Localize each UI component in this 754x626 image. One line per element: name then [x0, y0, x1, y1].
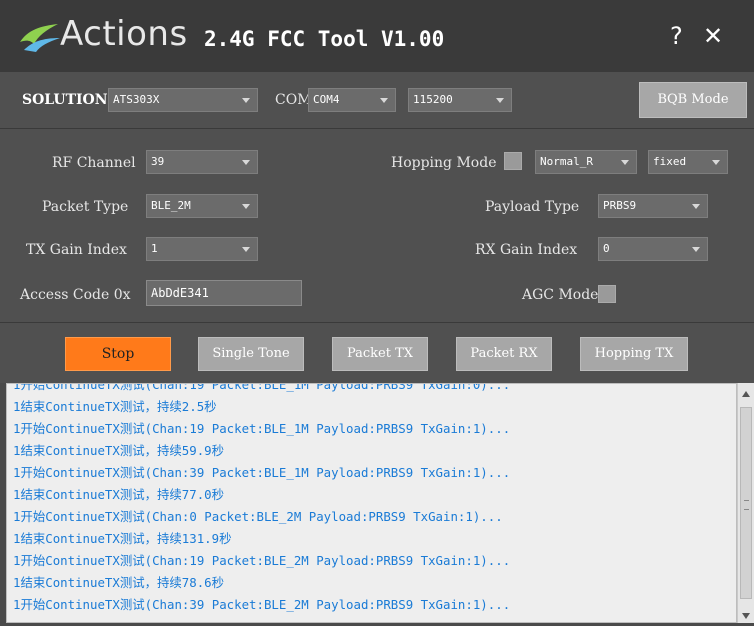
packet-type-select[interactable]: BLE_2M — [146, 194, 258, 218]
com-select[interactable]: COM4 — [308, 88, 396, 112]
rf-channel-select[interactable]: 39 — [146, 150, 258, 174]
chevron-down-icon — [242, 204, 250, 209]
log-line: 1开始ContinueTX测试(Chan:19 Packet:BLE_1M Pa… — [13, 383, 511, 392]
rf-channel-value: 39 — [151, 155, 165, 168]
rx-gain-label: RX Gain Index — [475, 242, 578, 258]
bqb-mode-button[interactable]: BQB Mode — [639, 82, 747, 118]
hopping-mode-value: Normal_R — [540, 155, 593, 168]
brand-name: Actions — [60, 14, 188, 54]
tx-gain-label: TX Gain Index — [26, 242, 127, 258]
chevron-down-icon — [621, 160, 629, 165]
log-scrollbar[interactable] — [737, 383, 754, 623]
log-line: 1开始ContinueTX测试(Chan:39 Packet:BLE_1M Pa… — [13, 465, 511, 480]
packet-tx-button[interactable]: Packet TX — [332, 337, 428, 371]
hopping-mode-checkbox[interactable] — [504, 152, 522, 170]
tx-gain-select[interactable]: 1 — [146, 237, 258, 261]
baud-select[interactable]: 115200 — [408, 88, 512, 112]
tx-gain-value: 1 — [151, 242, 158, 255]
log-lines: 1开始ContinueTX测试(Chan:19 Packet:BLE_1M Pa… — [13, 383, 511, 616]
scrollbar-thumb[interactable] — [740, 407, 752, 599]
payload-type-label: Payload Type — [485, 199, 580, 215]
access-code-label: Access Code 0x — [20, 287, 131, 303]
title-bar[interactable]: Actions 2.4G FCC Tool V1.00 ? ✕ — [0, 0, 754, 73]
solution-label: SOLUTION — [22, 92, 108, 108]
packet-rx-button[interactable]: Packet RX — [456, 337, 552, 371]
single-tone-button[interactable]: Single Tone — [198, 337, 304, 371]
log-line: 1开始ContinueTX测试(Chan:39 Packet:BLE_2M Pa… — [13, 597, 511, 612]
chevron-down-icon — [496, 98, 504, 103]
solution-row: SOLUTION ATS303X COM COM4 115200 BQB Mod… — [0, 72, 754, 129]
chevron-down-icon — [242, 98, 250, 103]
log-line: 1结束ContinueTX测试，持续59.9秒 — [13, 443, 225, 458]
payload-type-select[interactable]: PRBS9 — [598, 194, 708, 218]
hopping-mode-label: Hopping Mode — [391, 155, 497, 171]
payload-type-value: PRBS9 — [603, 199, 637, 212]
com-select-value: COM4 — [313, 93, 340, 106]
action-bar: Stop Single Tone Packet TX Packet RX Hop… — [0, 323, 754, 383]
agc-mode-label: AGC Mode — [522, 287, 599, 303]
packet-type-value: BLE_2M — [151, 199, 191, 212]
hopping-tx-button[interactable]: Hopping TX — [580, 337, 688, 371]
window-title: 2.4G FCC Tool V1.00 — [204, 27, 445, 51]
settings-panel: RF Channel 39 Hopping Mode Normal_R fixe… — [0, 129, 754, 323]
scroll-up-icon[interactable] — [742, 391, 750, 397]
com-label: COM — [275, 92, 312, 108]
app-window: Actions 2.4G FCC Tool V1.00 ? ✕ SOLUTION… — [0, 0, 754, 626]
agc-mode-checkbox[interactable] — [598, 285, 616, 303]
packet-type-label: Packet Type — [42, 199, 129, 215]
log-line: 1结束ContinueTX测试，持续78.6秒 — [13, 575, 225, 590]
log-line: 1开始ContinueTX测试(Chan:19 Packet:BLE_2M Pa… — [13, 553, 511, 568]
help-icon[interactable]: ? — [670, 22, 683, 50]
hopping-mode-select[interactable]: Normal_R — [535, 150, 637, 174]
hopping-type-value: fixed — [653, 155, 687, 168]
stop-button[interactable]: Stop — [65, 337, 171, 371]
chevron-down-icon — [692, 204, 700, 209]
chevron-down-icon — [712, 160, 720, 165]
chevron-down-icon — [242, 160, 250, 165]
close-icon[interactable]: ✕ — [703, 22, 723, 50]
log-line: 1结束ContinueTX测试，持续77.0秒 — [13, 487, 225, 502]
log-line: 1开始ContinueTX测试(Chan:19 Packet:BLE_1M Pa… — [13, 421, 511, 436]
solution-select[interactable]: ATS303X — [108, 88, 258, 112]
rx-gain-value: 0 — [603, 242, 610, 255]
grip-icon — [744, 500, 749, 510]
baud-select-value: 115200 — [413, 93, 453, 106]
log-line: 1结束ContinueTX测试，持续131.9秒 — [13, 531, 232, 546]
log-line: 1开始ContinueTX测试(Chan:0 Packet:BLE_2M Pay… — [13, 509, 503, 524]
hopping-type-select[interactable]: fixed — [648, 150, 728, 174]
rx-gain-select[interactable]: 0 — [598, 237, 708, 261]
solution-select-value: ATS303X — [113, 93, 160, 106]
chevron-down-icon — [242, 247, 250, 252]
chevron-down-icon — [380, 98, 388, 103]
access-code-input[interactable]: AbDdE341 — [146, 280, 302, 306]
chevron-down-icon — [692, 247, 700, 252]
scroll-down-icon[interactable] — [742, 613, 750, 619]
log-line: 1结束ContinueTX测试，持续2.5秒 — [13, 399, 217, 414]
rf-channel-label: RF Channel — [52, 155, 136, 171]
log-output[interactable]: 1开始ContinueTX测试(Chan:19 Packet:BLE_1M Pa… — [6, 383, 737, 623]
actions-logo-icon — [20, 24, 60, 52]
